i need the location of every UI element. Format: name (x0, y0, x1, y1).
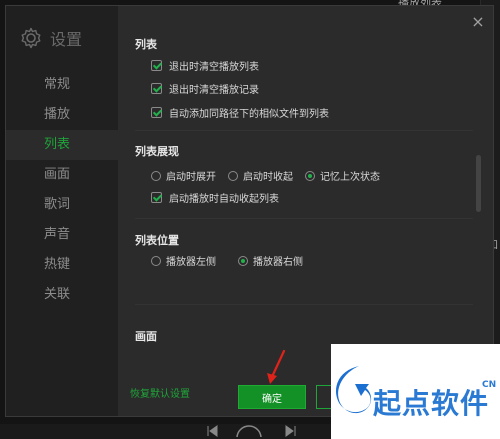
section-divider (135, 218, 473, 219)
radio-label: 启动时收起 (243, 172, 293, 183)
option-label: 退出时清空播放列表 (169, 62, 259, 73)
nav-item-association[interactable]: 关联 (6, 280, 118, 310)
checkbox-icon[interactable] (151, 107, 162, 118)
section-title-list-position: 列表位置 (135, 234, 179, 247)
ok-button[interactable]: 确定 (238, 385, 306, 409)
option-clear-history-on-exit[interactable]: 退出时清空播放记录 (151, 81, 259, 96)
radio-collapse-on-start[interactable]: 启动时收起 (228, 168, 293, 183)
radio-label: 启动时展开 (166, 172, 216, 183)
radio-label: 播放器左侧 (166, 257, 216, 268)
nav-item-list[interactable]: 列表 (6, 130, 118, 160)
section-title-screen: 画面 (135, 330, 157, 343)
watermark-badge: CN (482, 380, 497, 390)
option-label: 启动播放时自动收起列表 (169, 194, 279, 205)
settings-title: 设置 (50, 30, 83, 49)
section-title-list-display: 列表展现 (135, 145, 179, 158)
radio-expand-on-start[interactable]: 启动时展开 (151, 168, 216, 183)
radio-icon[interactable] (151, 170, 161, 181)
nav-item-general[interactable]: 常规 (6, 70, 118, 100)
section-divider (135, 130, 473, 131)
option-label: 自动添加同路径下的相似文件到列表 (169, 109, 329, 120)
radio-icon[interactable] (151, 255, 161, 266)
settings-header: 设置 (20, 26, 82, 50)
option-auto-collapse-list[interactable]: 启动播放时自动收起列表 (151, 190, 279, 205)
radio-group-list-position: 播放器左侧 播放器右侧 (151, 253, 303, 268)
next-icon[interactable] (284, 425, 298, 437)
nav-item-screen[interactable]: 画面 (6, 160, 118, 190)
option-label: 退出时清空播放记录 (169, 85, 259, 96)
checkbox-icon[interactable] (151, 60, 162, 71)
radio-icon[interactable] (228, 170, 238, 181)
watermark-text: 起点软件 (373, 387, 490, 420)
watermark-swirl-icon (335, 366, 372, 414)
nav-item-lyrics[interactable]: 歌词 (6, 190, 118, 220)
radio-remember-last-state[interactable]: 记忆上次状态 (305, 168, 380, 183)
radio-group-list-display: 启动时展开 启动时收起 记忆上次状态 (151, 168, 380, 183)
radio-label: 记忆上次状态 (320, 172, 380, 183)
radio-player-right[interactable]: 播放器右侧 (238, 253, 303, 268)
checkbox-icon[interactable] (151, 83, 162, 94)
nav-item-hotkeys[interactable]: 热键 (6, 250, 118, 280)
radio-icon[interactable] (238, 255, 248, 266)
nav-item-playback[interactable]: 播放 (6, 100, 118, 130)
settings-sidebar: 设置 常规 播放 列表 画面 歌词 声音 热键 关联 (6, 6, 118, 416)
settings-nav: 常规 播放 列表 画面 歌词 声音 热键 关联 (6, 70, 118, 310)
section-title-list: 列表 (135, 38, 157, 51)
prev-icon[interactable] (205, 425, 219, 437)
checkbox-icon[interactable] (151, 192, 162, 203)
radio-player-left[interactable]: 播放器左侧 (151, 253, 216, 268)
red-arrow-icon (267, 349, 286, 384)
section-divider (135, 304, 473, 305)
nav-item-sound[interactable]: 声音 (6, 220, 118, 250)
option-auto-add-similar-files[interactable]: 自动添加同路径下的相似文件到列表 (151, 105, 329, 120)
scrollbar-thumb[interactable] (476, 155, 481, 212)
radio-icon[interactable] (305, 170, 315, 181)
play-icon[interactable] (236, 425, 262, 437)
gear-icon (21, 27, 41, 49)
option-clear-playlist-on-exit[interactable]: 退出时清空播放列表 (151, 58, 259, 73)
radio-label: 播放器右侧 (253, 257, 303, 268)
restore-defaults-link[interactable]: 恢复默认设置 (130, 385, 190, 400)
